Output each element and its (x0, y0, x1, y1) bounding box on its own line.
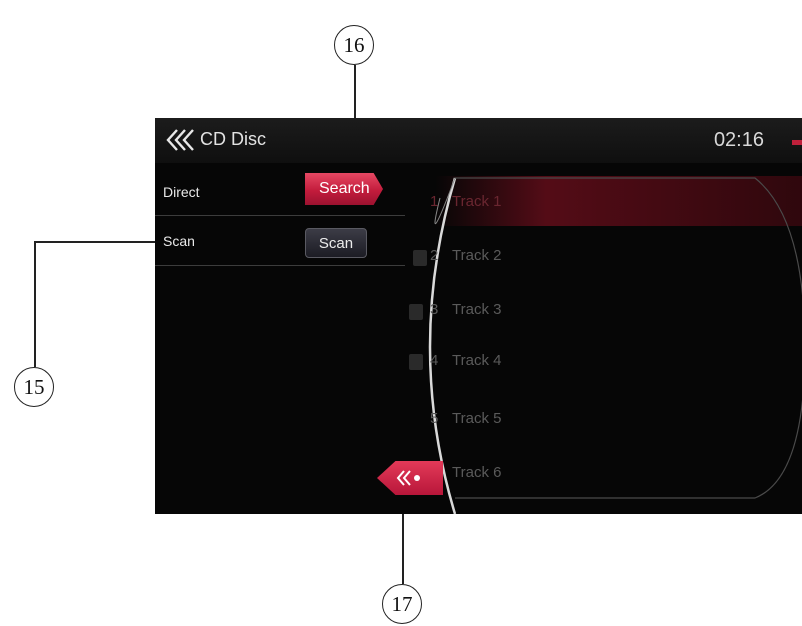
track-label: Track 2 (452, 246, 502, 264)
track-label: Track 6 (452, 463, 502, 481)
cd-disc-screen: CD Disc 02:16 Direct Search Scan Scan 1 … (155, 118, 802, 514)
track-row[interactable]: 4 Track 4 (430, 340, 501, 380)
track-label: Track 5 (452, 409, 502, 427)
track-number: 3 (430, 300, 439, 318)
callout-15-line-h (34, 241, 158, 243)
cd-track-icon (413, 250, 427, 266)
callout-17: 17 (382, 584, 422, 624)
track-number: 2 (430, 246, 439, 264)
cd-track-icon (409, 354, 423, 370)
track-label: Track 4 (452, 351, 502, 369)
cd-track-icon (409, 304, 423, 320)
track-row[interactable]: 5 Track 5 (430, 398, 501, 438)
track-label: Track 3 (452, 300, 502, 318)
track-row[interactable]: 1 Track 1 (430, 181, 501, 221)
callout-17-line (402, 505, 404, 584)
callout-15-line-v (34, 241, 36, 367)
callout-16: 16 (334, 25, 374, 65)
track-row[interactable]: 2 Track 2 (430, 235, 501, 275)
track-number: 5 (430, 409, 439, 427)
track-number: 4 (430, 351, 439, 369)
eject-chevron-icon (396, 470, 420, 486)
track-row[interactable]: 3 Track 3 (430, 289, 501, 329)
track-label: Track 1 (452, 192, 502, 210)
track-number: 1 (430, 192, 439, 210)
callout-15: 15 (14, 367, 54, 407)
